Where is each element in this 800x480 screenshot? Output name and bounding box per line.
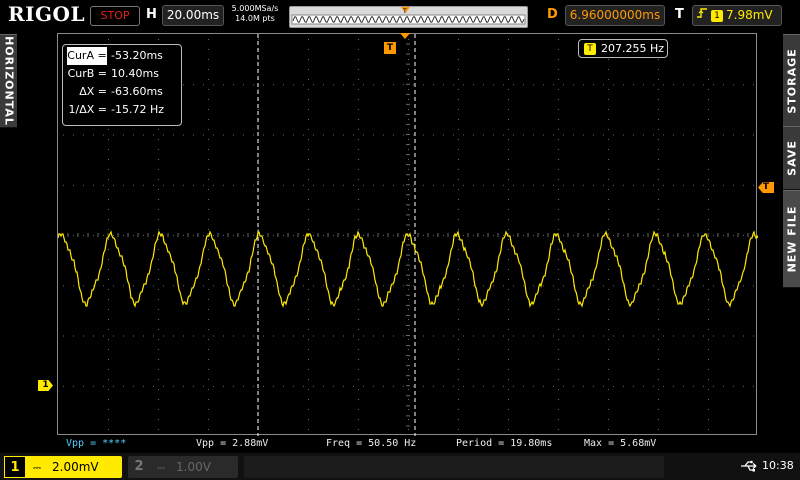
clock: 10:38	[762, 459, 794, 472]
cursor-a-value: -53.20ms	[111, 49, 163, 62]
delay-label: D	[547, 7, 558, 22]
trigger-level: 7.98mV	[726, 8, 773, 22]
channel2-button[interactable]: 2 ⎓ 1.00V	[128, 456, 238, 478]
rigol-logo: RIGOL	[8, 2, 86, 26]
channel2-number: 2	[134, 459, 144, 474]
horizontal-menu-tab[interactable]: HORIZONTAL	[0, 34, 17, 128]
cursor-readout-panel: CurA = -53.20ms CurB = 10.40ms ΔX = -63.60m…	[62, 44, 182, 126]
delta-x-label: ΔX =	[79, 85, 107, 98]
storage-tab-label: STORAGE	[785, 48, 798, 114]
trigger-icon: T	[584, 43, 596, 55]
memory-overview-bar: T	[289, 6, 528, 28]
trigger-source: 1	[711, 9, 723, 22]
measurement-bar: Vpp = **** Vpp = 2.88mV Freq = 50.50 Hz …	[0, 436, 800, 452]
top-status-bar: RIGOL STOP H 20.00ms 5.000MSa/s 14.0M pt…	[0, 0, 800, 32]
inverse-delta-x-value: -15.72 Hz	[111, 103, 165, 116]
measurement-item[interactable]: Vpp = 2.88mV	[196, 438, 268, 449]
horizontal-label: H	[146, 7, 157, 22]
save-tab-label: SAVE	[785, 140, 798, 176]
new-file-tab-label: NEW FILE	[785, 205, 798, 273]
measurement-item[interactable]: Max = 5.68mV	[584, 438, 656, 449]
trigger-label: T	[675, 7, 684, 22]
channel1-number: 1	[4, 456, 26, 478]
delta-x-value: -63.60ms	[111, 85, 163, 98]
channel1-offset-marker[interactable]: 1	[38, 380, 53, 391]
channel2-scale: 1.00V	[176, 460, 211, 474]
channel-status-bar: 1 ⎓ 2.00mV 2 ⎓ 1.00V 10:38	[0, 453, 800, 480]
cursor-b-value: 10.40ms	[111, 67, 159, 80]
channel1-button[interactable]: 1 ⎓ 2.00mV	[4, 456, 122, 478]
sample-rate: 5.000MSa/s	[231, 4, 279, 13]
dc-coupling-icon: ⎓	[157, 463, 165, 474]
usb-icon	[740, 459, 760, 473]
channel1-scale: 2.00mV	[52, 460, 99, 474]
measurement-item[interactable]: Freq = 50.50 Hz	[326, 438, 416, 449]
storage-menu-tab[interactable]: STORAGE	[783, 34, 800, 128]
dc-coupling-icon: ⎓	[33, 463, 41, 474]
save-menu-tab[interactable]: SAVE	[783, 126, 800, 190]
measurement-item[interactable]: Period = 19.80ms	[456, 438, 552, 449]
trigger-position-top-marker	[400, 33, 410, 39]
cursor-b-label: CurB =	[67, 67, 107, 80]
horizontal-scale[interactable]: 20.00ms	[162, 5, 224, 26]
horizontal-menu-tab-label: HORIZONTAL	[2, 36, 15, 126]
trigger-position-marker[interactable]: T	[384, 42, 396, 54]
frequency-counter-value: 207.255 Hz	[601, 42, 665, 55]
rising-edge-icon	[693, 6, 711, 25]
trigger-settings[interactable]: 1 7.98mV	[692, 5, 782, 26]
run-stop-status[interactable]: STOP	[90, 6, 140, 26]
inverse-delta-x-label: 1/ΔX =	[68, 103, 107, 116]
new-file-menu-tab[interactable]: NEW FILE	[783, 190, 800, 288]
empty-channel-slot	[244, 456, 664, 478]
acquisition-info: 5.000MSa/s 14.0M pts	[229, 4, 281, 24]
delay-value[interactable]: 6.96000000ms	[565, 5, 665, 26]
svg-text:T: T	[402, 8, 407, 15]
trigger-level-marker[interactable]: T	[758, 182, 774, 193]
frequency-counter: T 207.255 Hz	[578, 39, 668, 58]
measurement-item[interactable]: Vpp = ****	[66, 438, 126, 449]
memory-depth: 14.0M pts	[235, 14, 275, 23]
cursor-a-label[interactable]: CurA =	[67, 47, 107, 65]
